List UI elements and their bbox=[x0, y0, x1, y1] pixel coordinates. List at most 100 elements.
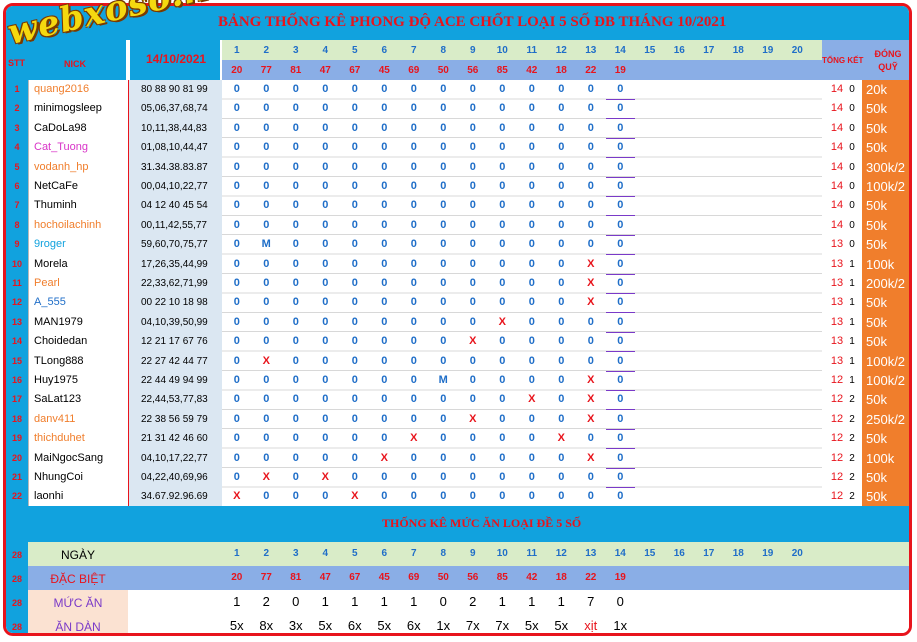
player-miss-count: 0 bbox=[849, 200, 855, 212]
player-miss-count: 1 bbox=[849, 355, 855, 367]
player-results: 00000X000000X0 bbox=[222, 449, 822, 469]
player-row: 9 9roger 59,60,70,75,77 0 M 0 0 0 0 0 0 0 0 0 0 0 0 13 0 50… bbox=[6, 235, 909, 256]
player-stt: 19 bbox=[6, 429, 28, 449]
player-nick[interactable]: TLong888 bbox=[28, 351, 128, 371]
player-row: 12 A_555 00 22 10 18 98 0 0 0 0 0 0 0 0 0 0 0 0 X 0 13 1 50… bbox=[6, 293, 909, 314]
player-dong-quy: 100k bbox=[862, 448, 909, 468]
summary-cell: 8 bbox=[440, 548, 447, 559]
result-cell: 0 bbox=[605, 390, 635, 411]
player-nick[interactable]: MaiNgocSang bbox=[28, 448, 128, 468]
result-cell: 0 bbox=[351, 296, 358, 309]
result-cell: 0 bbox=[469, 180, 476, 192]
result-cell: 0 bbox=[605, 449, 635, 469]
player-miss-count: 2 bbox=[849, 452, 855, 464]
result-cell: X bbox=[528, 393, 536, 406]
result-cell: 0 bbox=[605, 293, 635, 314]
player-nick[interactable]: SaLat123 bbox=[28, 390, 128, 410]
result-cell: X bbox=[469, 335, 477, 348]
result-cell: 0 bbox=[469, 277, 476, 289]
result-cell: 0 bbox=[605, 487, 635, 508]
result-cell: X bbox=[351, 490, 359, 503]
result-cell: 0 bbox=[499, 238, 506, 251]
player-nick[interactable]: thichduhet bbox=[28, 429, 128, 449]
result-cell: 0 bbox=[558, 121, 565, 134]
player-nick[interactable]: danv411 bbox=[28, 409, 128, 430]
summary-label: MỨC ĂN bbox=[28, 590, 128, 614]
player-miss-count: 0 bbox=[849, 239, 855, 251]
result-cell: 0 bbox=[587, 490, 594, 503]
result-cell: 0 bbox=[410, 296, 417, 309]
player-numbers: 31.34.38.83.87 bbox=[128, 157, 222, 177]
result-cell: 0 bbox=[558, 471, 565, 483]
day-number: 9 bbox=[469, 45, 476, 56]
player-numbers: 22,33,62,71,99 bbox=[128, 274, 222, 294]
result-cell: 0 bbox=[322, 354, 329, 367]
result-cell: 0 bbox=[351, 277, 358, 289]
result-number: 47 bbox=[319, 65, 331, 76]
result-cell: 0 bbox=[322, 257, 329, 270]
summary-stt: 28 bbox=[6, 590, 28, 614]
result-cell: 0 bbox=[410, 83, 417, 95]
result-cell: X bbox=[587, 257, 595, 270]
day-number: 2 bbox=[263, 45, 270, 56]
result-cell: 0 bbox=[233, 180, 240, 192]
result-cell: 0 bbox=[263, 374, 270, 386]
player-nick[interactable]: hochoilachinh bbox=[28, 215, 128, 236]
result-cell: 0 bbox=[351, 374, 358, 386]
result-cell: 0 bbox=[381, 121, 388, 134]
player-stt: 15 bbox=[6, 351, 28, 371]
result-cell: 0 bbox=[558, 180, 565, 192]
player-nick[interactable]: vodanh_hp bbox=[28, 157, 128, 177]
result-cell: 0 bbox=[381, 393, 388, 406]
result-cell: 0 bbox=[322, 83, 329, 95]
summary-cell: 18 bbox=[732, 548, 744, 559]
summary-cell: 6x bbox=[347, 618, 362, 633]
player-miss-count: 1 bbox=[849, 336, 855, 348]
result-cell: X bbox=[262, 471, 270, 483]
result-cell: 0 bbox=[469, 451, 476, 464]
summary-cell: 50 bbox=[437, 572, 449, 583]
page-title: BẢNG THỐNG KÊ PHONG ĐỘ ACE CHỐT LOẠI 5 S… bbox=[218, 14, 727, 30]
player-row: 6 NetCaFe 00,04,10,22,77 0 0 0 0 0 0 0 0 0 0 0 0 0 0 14 0 1… bbox=[6, 177, 909, 197]
player-nick[interactable]: CaDoLa98 bbox=[28, 118, 128, 139]
player-nick[interactable]: 9roger bbox=[28, 235, 128, 255]
summary-cells: 1 2 3 4 5 6 7 8 9 10 11 12 13 14 15 16 17 18 19 20 bbox=[222, 542, 822, 566]
player-nick[interactable]: Thuminh bbox=[28, 196, 128, 216]
player-nick[interactable]: NhungCoi bbox=[28, 468, 128, 488]
result-cell: 0 bbox=[605, 158, 635, 178]
player-nick[interactable]: Huy1975 bbox=[28, 371, 128, 391]
player-nick[interactable]: minimogsleep bbox=[28, 99, 128, 119]
player-row: 20 MaiNgocSang 04,10,17,22,77 0 0 0 0 0 X 0 0 0 0 0 0 X… bbox=[6, 448, 909, 469]
result-cell: 0 bbox=[499, 218, 506, 231]
result-cell: 0 bbox=[233, 412, 240, 425]
player-nick[interactable]: laonhi bbox=[28, 487, 128, 507]
player-nick[interactable]: MAN1979 bbox=[28, 312, 128, 333]
result-cell: 0 bbox=[292, 374, 299, 386]
result-cell: 0 bbox=[440, 257, 447, 270]
result-cell: 0 bbox=[322, 393, 329, 406]
summary-cell: 19 bbox=[762, 548, 774, 559]
player-nick[interactable]: A_555 bbox=[28, 293, 128, 313]
player-results: 0000000000X0X0 bbox=[222, 390, 822, 411]
result-cell: 0 bbox=[440, 315, 447, 328]
result-cell: 0 bbox=[322, 432, 329, 445]
player-dong-quy: 100k bbox=[862, 254, 909, 274]
result-cell: 0 bbox=[292, 277, 299, 289]
player-nick[interactable]: quang2016 bbox=[28, 80, 128, 100]
player-dong-quy: 250k/2 bbox=[862, 409, 909, 430]
day-number: 17 bbox=[703, 45, 715, 56]
summary-stt: 28 bbox=[6, 542, 28, 566]
result-cell: 0 bbox=[263, 257, 270, 270]
player-nick[interactable]: Cat_Tuong bbox=[28, 138, 128, 158]
player-nick[interactable]: Pearl bbox=[28, 274, 128, 294]
player-nick[interactable]: Morela bbox=[28, 254, 128, 274]
player-nick[interactable]: Choidedan bbox=[28, 332, 128, 352]
player-numbers: 00 22 10 18 98 bbox=[128, 293, 222, 313]
result-cell: 0 bbox=[528, 160, 535, 173]
player-dong-quy: 50k bbox=[862, 99, 909, 119]
result-cell: 0 bbox=[469, 102, 476, 115]
result-cell: 0 bbox=[528, 83, 535, 95]
result-cell: 0 bbox=[381, 180, 388, 192]
header-date: 14/10/2021 bbox=[146, 52, 207, 66]
player-nick[interactable]: NetCaFe bbox=[28, 177, 128, 197]
